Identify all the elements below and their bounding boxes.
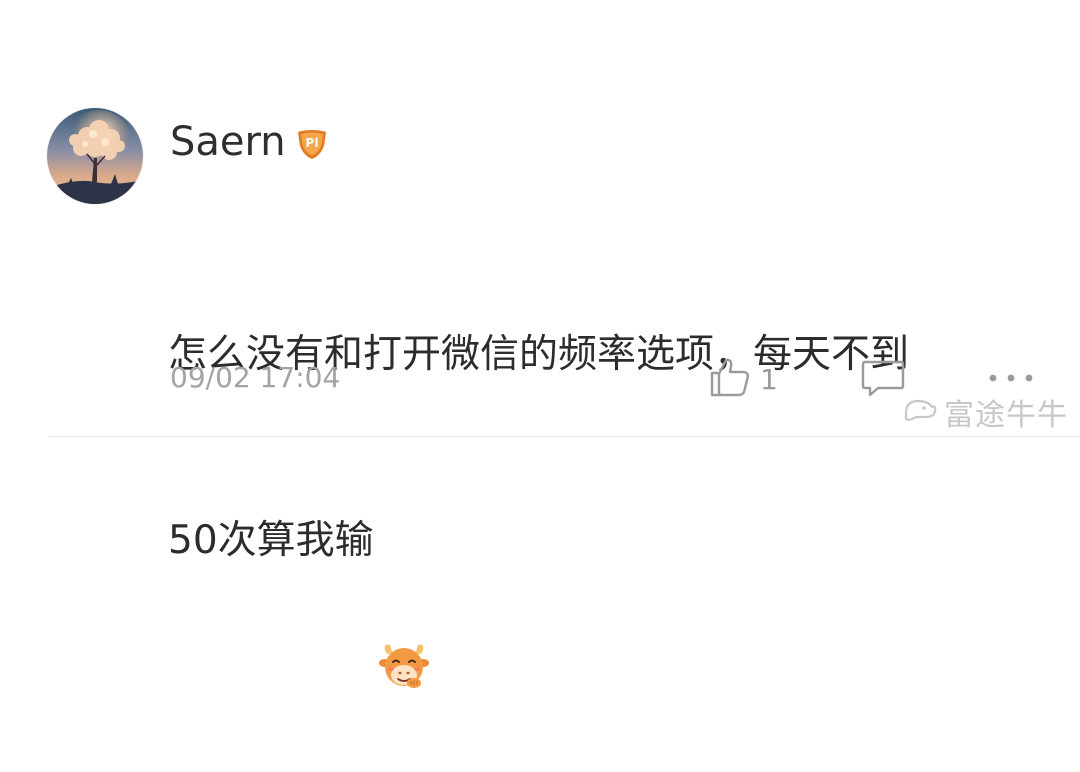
more-button[interactable]	[986, 366, 1036, 390]
comment-timestamp: 09/02 17:04	[170, 361, 341, 394]
like-count: 1	[760, 362, 778, 396]
avatar[interactable]	[47, 108, 143, 204]
comment-bubble-icon	[860, 360, 906, 404]
comment-text-line-2: 50次算我输	[168, 518, 374, 563]
comment-item: Saern Pl 怎么没有和打开微信的频率选项，每天不到 50次算我输 09/0…	[0, 0, 1080, 688]
like-button[interactable]: 1	[708, 356, 778, 402]
tree-sunset-avatar-icon	[47, 108, 143, 204]
watermark-text: 富途牛牛	[944, 398, 1068, 433]
badge-text: Pl	[305, 136, 318, 150]
author-name[interactable]: Saern	[170, 114, 286, 170]
divider	[48, 436, 1080, 437]
reply-button[interactable]	[860, 358, 906, 400]
thumbs-up-icon	[708, 355, 752, 403]
comment-text-line-2-row: 50次算我输	[168, 510, 1068, 688]
author-row: Saern Pl	[170, 114, 330, 170]
futu-logo-icon	[902, 395, 938, 429]
comment-body: 怎么没有和打开微信的频率选项，每天不到 50次算我输	[168, 200, 1068, 696]
app-watermark: 富途牛牛	[902, 392, 1068, 433]
bull-face-emoji-icon	[378, 515, 430, 688]
level-badge-icon: Pl	[294, 126, 330, 162]
